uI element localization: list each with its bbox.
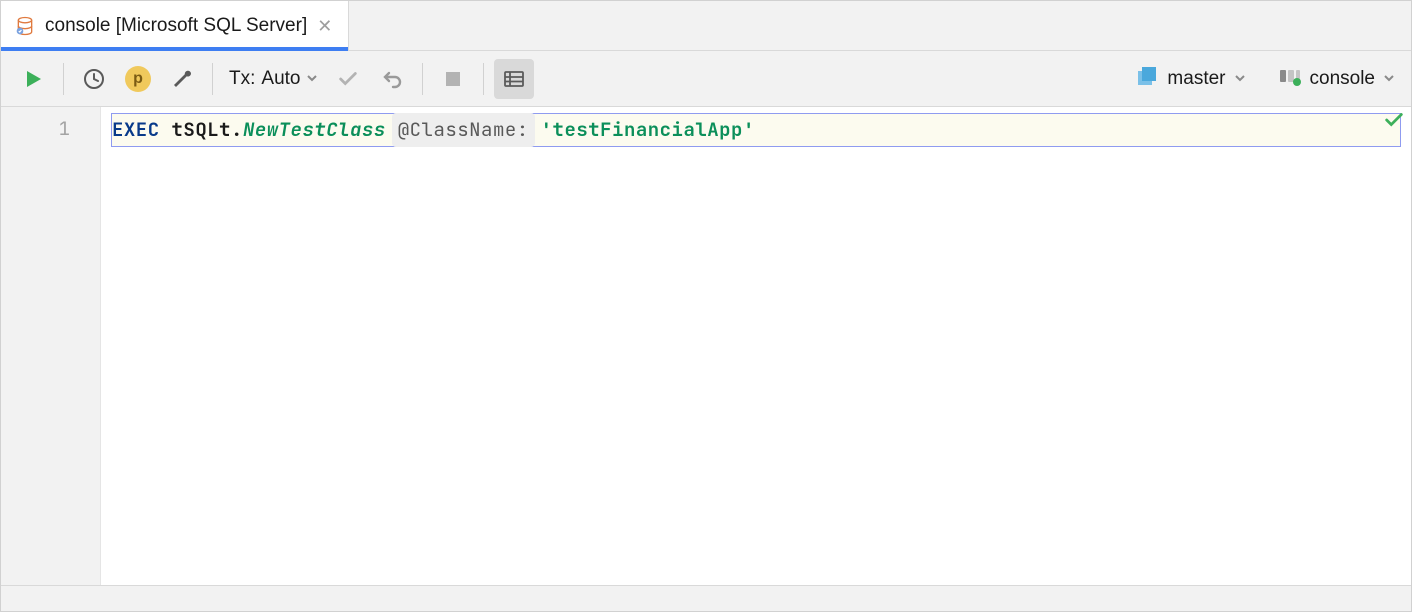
tab-title: console [Microsoft SQL Server] bbox=[45, 15, 307, 37]
code-editor[interactable]: 1 EXEC tSQLt . NewTestClass @ClassName: … bbox=[1, 107, 1411, 585]
chevron-down-icon bbox=[1234, 68, 1246, 90]
separator bbox=[63, 63, 64, 95]
string-literal: 'testFinancialApp' bbox=[541, 114, 755, 146]
code-area[interactable]: EXEC tSQLt . NewTestClass @ClassName: 't… bbox=[101, 107, 1411, 585]
separator bbox=[212, 63, 213, 95]
line-gutter: 1 bbox=[1, 107, 101, 585]
run-button[interactable] bbox=[13, 59, 53, 99]
tx-prefix: Tx: bbox=[229, 68, 255, 90]
tab-strip: console [Microsoft SQL Server] ✕ bbox=[1, 1, 1411, 51]
session-selector[interactable]: console bbox=[1274, 64, 1400, 94]
schema-selector[interactable]: master bbox=[1131, 64, 1249, 94]
line-number: 1 bbox=[1, 113, 100, 145]
separator bbox=[483, 63, 484, 95]
tx-mode-dropdown[interactable]: Tx: Auto bbox=[223, 68, 324, 90]
tab-console[interactable]: console [Microsoft SQL Server] ✕ bbox=[1, 1, 349, 50]
schema-label: master bbox=[1167, 68, 1225, 90]
app-root: console [Microsoft SQL Server] ✕ p Tx: A… bbox=[0, 0, 1412, 612]
function-name: NewTestClass bbox=[243, 114, 386, 146]
sql-keyword: EXEC bbox=[112, 114, 160, 146]
schema-icon bbox=[1135, 64, 1159, 94]
playground-badge[interactable]: p bbox=[118, 59, 158, 99]
status-bar bbox=[1, 585, 1411, 611]
datasource-icon bbox=[1278, 64, 1302, 94]
param-hint: @ClassName: bbox=[392, 113, 535, 147]
history-button[interactable] bbox=[74, 59, 114, 99]
rollback-button[interactable] bbox=[372, 59, 412, 99]
dot: . bbox=[231, 114, 243, 146]
separator bbox=[422, 63, 423, 95]
space bbox=[160, 114, 172, 146]
chevron-down-icon bbox=[1383, 68, 1395, 90]
commit-button[interactable] bbox=[328, 59, 368, 99]
toolbar: p Tx: Auto bbox=[1, 51, 1411, 107]
chevron-down-icon bbox=[306, 68, 318, 90]
session-label: console bbox=[1310, 68, 1376, 90]
close-icon[interactable]: ✕ bbox=[317, 17, 332, 35]
badge-p-icon: p bbox=[125, 66, 151, 92]
schema-name: tSQLt bbox=[172, 114, 232, 146]
settings-button[interactable] bbox=[162, 59, 202, 99]
inspection-ok-icon[interactable] bbox=[1383, 109, 1405, 136]
view-as-table-button[interactable] bbox=[494, 59, 534, 99]
cancel-query-button[interactable] bbox=[433, 59, 473, 99]
tx-mode-value: Auto bbox=[261, 68, 300, 90]
database-icon bbox=[15, 16, 35, 36]
code-line-1[interactable]: EXEC tSQLt . NewTestClass @ClassName: 't… bbox=[111, 113, 1401, 147]
